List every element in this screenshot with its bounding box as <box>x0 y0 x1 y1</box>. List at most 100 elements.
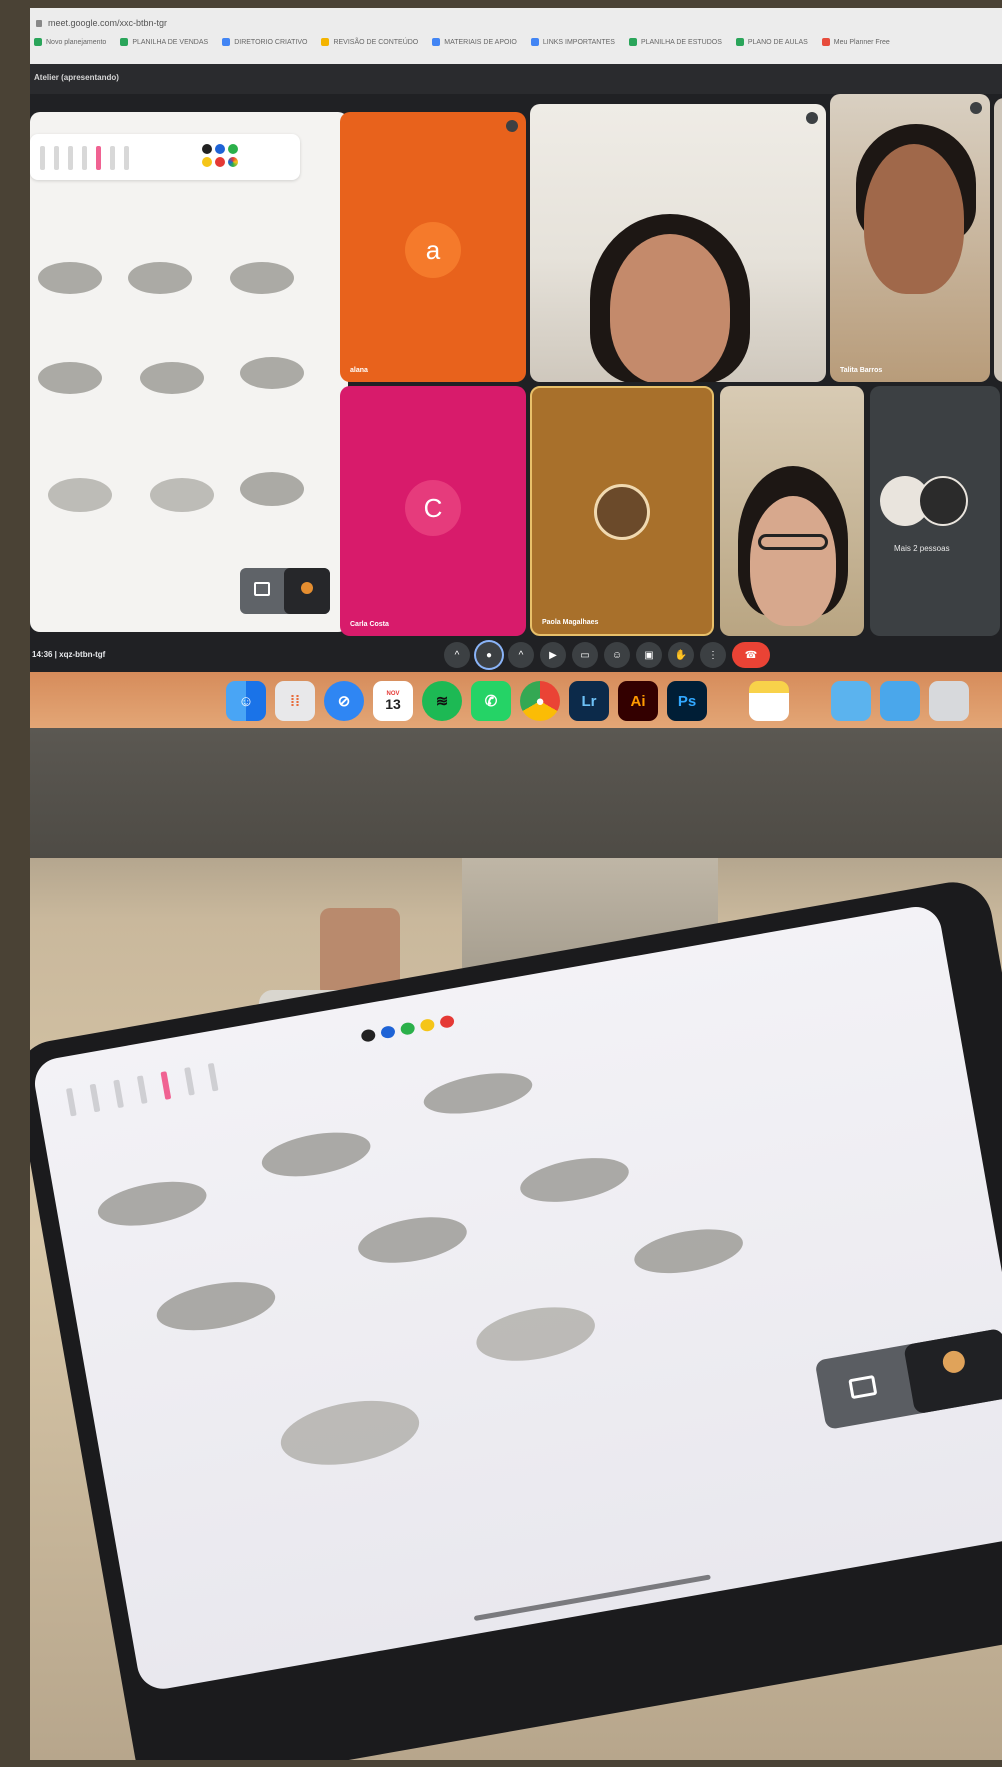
sketch-blob <box>128 262 192 294</box>
pen-tool[interactable] <box>54 146 59 170</box>
participant-tile[interactable] <box>994 98 1002 382</box>
color-swatch[interactable] <box>439 1014 456 1029</box>
color-swatch[interactable] <box>399 1021 416 1036</box>
sketch-blob <box>150 478 214 512</box>
bookmark[interactable]: Meu Planner Free <box>821 38 890 46</box>
avatar <box>594 484 650 540</box>
avatar: C <box>405 480 461 536</box>
color-swatch[interactable] <box>202 157 212 167</box>
url-text: meet.google.com/xxc-btbn-tgr <box>48 18 168 28</box>
address-bar[interactable]: meet.google.com/xxc-btbn-tgr <box>36 14 167 32</box>
sketch-blob <box>38 262 102 294</box>
pen-tool[interactable] <box>124 146 129 170</box>
hand-icon[interactable]: ✋ <box>668 642 694 668</box>
drive-icon <box>222 38 231 46</box>
pen-tool[interactable] <box>207 1062 219 1092</box>
chrome-icon[interactable]: ● <box>520 681 560 721</box>
sketch-blob <box>240 472 304 506</box>
bookmark[interactable]: PLANO DE AULAS <box>735 38 808 46</box>
trash-icon[interactable] <box>929 681 969 721</box>
pen-tool[interactable] <box>136 1075 148 1104</box>
color-swatch[interactable] <box>228 144 238 154</box>
more-participants-tile[interactable]: Mais 2 pessoas <box>870 386 1000 636</box>
pen-tool[interactable] <box>160 1071 172 1100</box>
launchpad-icon[interactable]: ⁞⁞ <box>275 681 315 721</box>
sheets-icon <box>34 38 42 46</box>
participant-tile[interactable]: C Carla Costa <box>340 386 526 636</box>
emoji-icon[interactable]: ☺ <box>604 642 630 668</box>
pen-tool[interactable] <box>89 1083 101 1113</box>
dock: ☺ ⁞⁞ ⊘ NOV 13 ≋ ✆ ● Lr Ai Ps <box>226 678 1002 724</box>
illustrator-icon[interactable]: Ai <box>618 681 658 721</box>
pen-tool[interactable] <box>40 146 45 170</box>
person-face <box>864 144 964 294</box>
participant-tile[interactable] <box>720 386 864 636</box>
self-camera <box>903 1328 1002 1415</box>
sheets-icon <box>120 38 129 46</box>
bookmark[interactable]: LINKS IMPORTANTES <box>530 38 615 46</box>
end-call-icon[interactable]: ☎ <box>732 642 770 668</box>
participant-tile[interactable]: Paola Magalhaes <box>530 386 714 636</box>
bookmark[interactable]: REVISÃO DE CONTEÚDO <box>321 38 418 46</box>
whatsapp-icon[interactable]: ✆ <box>471 681 511 721</box>
participant-tile[interactable] <box>530 104 826 382</box>
presentation-title: Atelier (apresentando) <box>34 73 119 82</box>
color-swatch[interactable] <box>360 1028 377 1043</box>
bookmark[interactable]: MATERIAIS DE APOIO <box>432 38 517 46</box>
bookmark[interactable]: PLANILHA DE ESTUDOS <box>628 38 722 46</box>
calendar-icon[interactable]: NOV 13 <box>373 681 413 721</box>
self-view[interactable] <box>240 568 330 614</box>
pen-tools <box>40 146 129 170</box>
participant-tile[interactable]: Talita Barros <box>830 94 990 382</box>
bookmark[interactable]: PLANILHA DE VENDAS <box>120 38 208 46</box>
sketch-blob <box>38 362 102 394</box>
mic-off-icon <box>806 112 818 124</box>
bookmark[interactable]: Novo planejamento <box>34 38 106 46</box>
participant-tile[interactable]: a alana <box>340 112 526 382</box>
color-wheel-icon[interactable] <box>228 157 238 167</box>
downloads-folder-icon[interactable] <box>880 681 920 721</box>
avatar <box>918 476 968 526</box>
pen-tool[interactable] <box>96 146 101 170</box>
self-camera <box>284 568 330 614</box>
sketch-blob <box>420 1066 536 1121</box>
glasses <box>758 534 828 550</box>
present-icon[interactable]: ▣ <box>636 642 662 668</box>
sketch-blob <box>94 1174 210 1233</box>
photoshop-icon[interactable]: Ps <box>667 681 707 721</box>
more-icon[interactable]: ⋮ <box>700 642 726 668</box>
folder-icon[interactable] <box>831 681 871 721</box>
chevron-up-icon[interactable]: ^ <box>508 642 534 668</box>
color-swatch[interactable] <box>215 144 225 154</box>
browser-bar: meet.google.com/xxc-btbn-tgr Novo planej… <box>30 8 1002 64</box>
meet-header: Atelier (apresentando) <box>30 64 1002 94</box>
color-swatch[interactable] <box>215 157 225 167</box>
chevron-up-icon[interactable]: ^ <box>444 642 470 668</box>
pen-tool[interactable] <box>110 146 115 170</box>
bookmarks-bar: Novo planejamento PLANILHA DE VENDAS DIR… <box>34 38 890 46</box>
pen-tool[interactable] <box>68 146 73 170</box>
spotify-icon[interactable]: ≋ <box>422 681 462 721</box>
pen-tool[interactable] <box>113 1079 124 1109</box>
pen-tool[interactable] <box>65 1087 77 1117</box>
ipad-self-view[interactable] <box>814 1328 1002 1430</box>
photo: meet.google.com/xxc-btbn-tgr Novo planej… <box>30 8 1002 1760</box>
pen-tool[interactable] <box>184 1067 195 1096</box>
captions-icon[interactable]: ▭ <box>572 642 598 668</box>
person-face <box>610 234 730 382</box>
pen-tool[interactable] <box>82 146 87 170</box>
drive-icon <box>432 38 441 46</box>
bookmark[interactable]: DIRETORIO CRIATIVO <box>222 38 307 46</box>
lightroom-icon[interactable]: Lr <box>569 681 609 721</box>
color-swatch[interactable] <box>380 1024 396 1040</box>
camera-icon[interactable]: ▶ <box>540 642 566 668</box>
desktop-wallpaper: ☺ ⁞⁞ ⊘ NOV 13 ≋ ✆ ● Lr Ai Ps <box>30 672 1002 728</box>
color-swatch[interactable] <box>202 144 212 154</box>
mic-icon[interactable]: ● <box>476 642 502 668</box>
color-swatch[interactable] <box>419 1018 436 1033</box>
notes-icon[interactable] <box>749 681 789 721</box>
screen-share-icon <box>848 1374 878 1400</box>
ipad-screen <box>30 902 1002 1693</box>
finder-icon[interactable]: ☺ <box>226 681 266 721</box>
safari-icon[interactable]: ⊘ <box>324 681 364 721</box>
